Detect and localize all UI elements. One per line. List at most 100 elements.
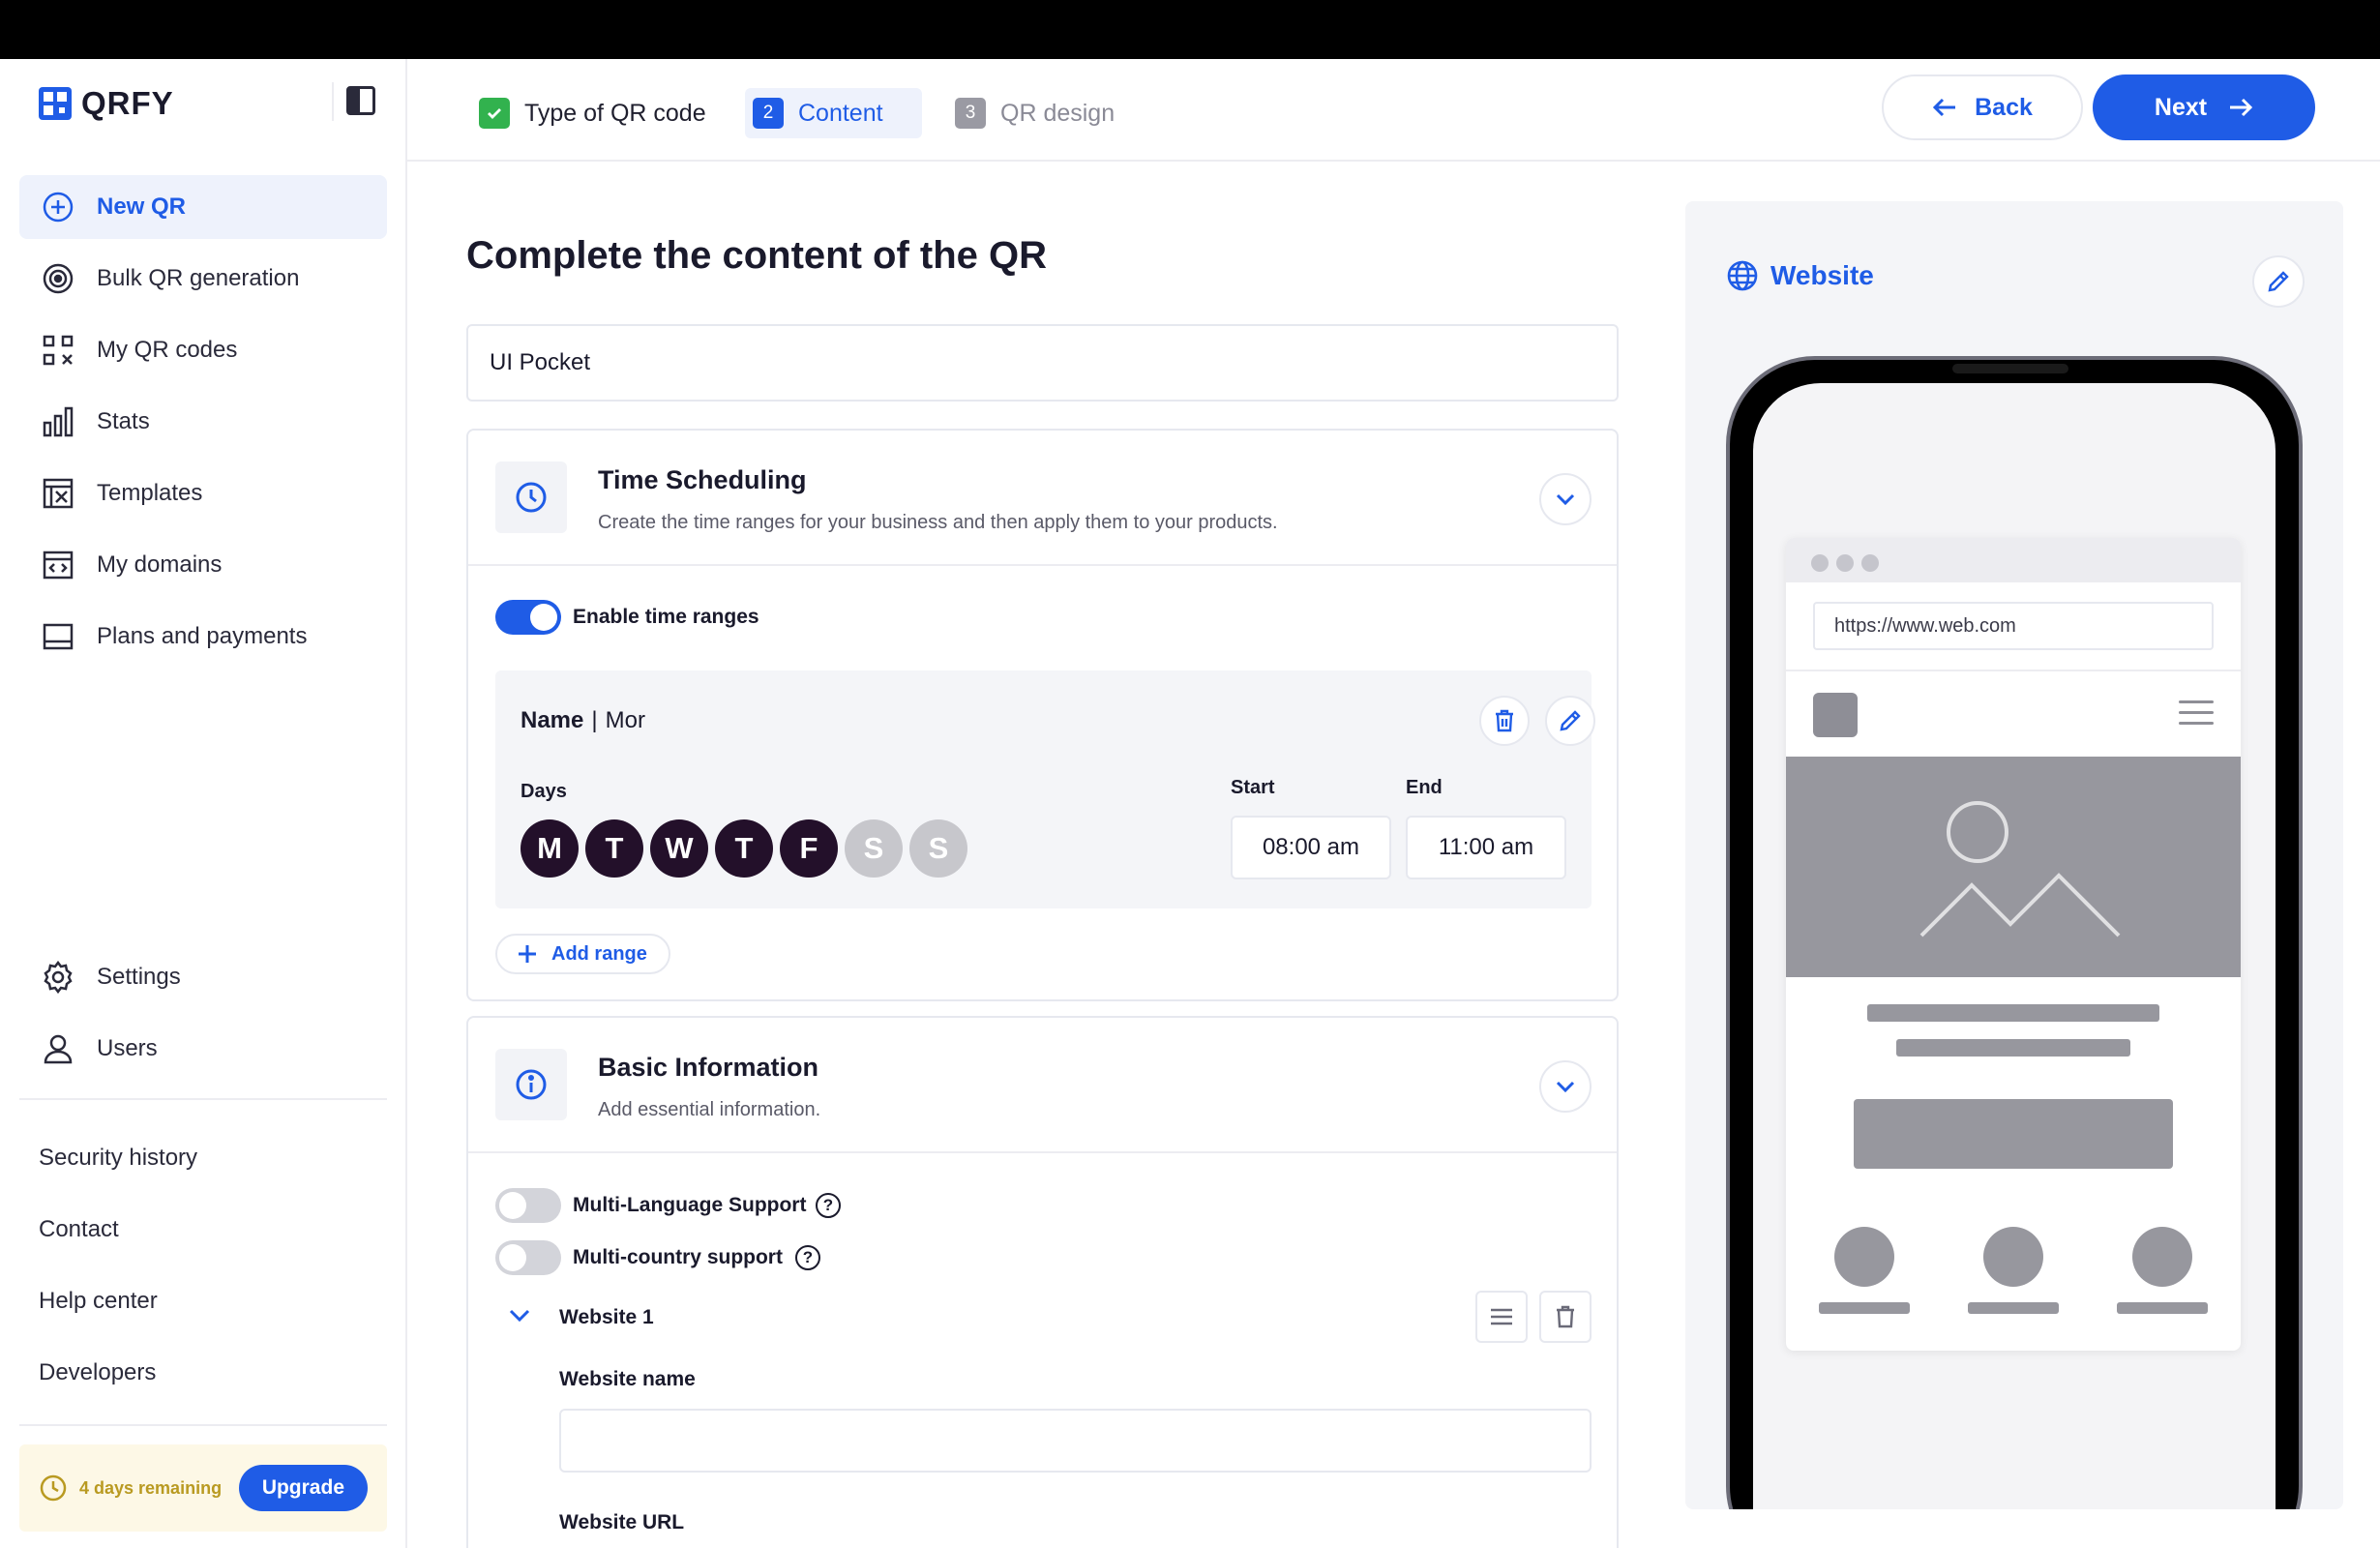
toggle-label: Enable time ranges xyxy=(573,606,759,628)
multi-country-toggle[interactable] xyxy=(495,1240,561,1275)
sidebar-item-label: My domains xyxy=(97,551,223,578)
sidebar-item-label: New QR xyxy=(97,194,187,220)
card-title: Basic Information xyxy=(598,1053,819,1082)
sidebar-item-label: Settings xyxy=(97,964,181,990)
sidebar: QRFY New QR Bulk QR generation My QR cod… xyxy=(0,59,407,1548)
step-label: QR design xyxy=(1000,99,1116,127)
placeholder-logo xyxy=(1813,693,1858,737)
sidebar-item-label: Plans and payments xyxy=(97,623,308,649)
sidebar-item-users[interactable]: Users xyxy=(19,1017,387,1081)
step-label: Content xyxy=(798,99,883,127)
pencil-icon[interactable] xyxy=(1545,696,1595,746)
back-label: Back xyxy=(1975,93,2033,121)
multi-language-toggle[interactable] xyxy=(495,1188,561,1223)
day-saturday[interactable]: S xyxy=(845,819,903,878)
template-icon xyxy=(41,476,75,511)
arrow-right-icon xyxy=(2230,98,2253,117)
basic-information-header[interactable]: Basic Information Add essential informat… xyxy=(468,1018,1617,1153)
plus-circle-icon xyxy=(41,190,75,224)
sidebar-item-stats[interactable]: Stats xyxy=(19,390,387,454)
day-monday[interactable]: M xyxy=(521,819,579,878)
drag-handle-icon[interactable] xyxy=(1475,1291,1528,1343)
browser-mockup: https://www.web.com xyxy=(1786,538,2241,1351)
check-icon xyxy=(479,98,510,129)
day-tuesday[interactable]: T xyxy=(585,819,643,878)
help-icon[interactable]: ? xyxy=(795,1245,820,1270)
step-number: 2 xyxy=(753,98,784,129)
next-label: Next xyxy=(2154,93,2208,121)
page-title: Complete the content of the QR xyxy=(466,234,1047,277)
sidebar-collapse-icon[interactable] xyxy=(346,86,375,115)
clock-icon xyxy=(40,1474,67,1502)
sidebar-item-label: Stats xyxy=(97,408,150,434)
link-contact[interactable]: Contact xyxy=(39,1216,119,1243)
next-button[interactable]: Next xyxy=(2093,74,2315,140)
day-wednesday[interactable]: W xyxy=(650,819,708,878)
time-scheduling-card: Time Scheduling Create the time ranges f… xyxy=(466,429,1619,1001)
toggle-label: Multi-Language Support xyxy=(573,1194,807,1216)
sidebar-item-my-qr-codes[interactable]: My QR codes xyxy=(19,318,387,382)
end-time-input[interactable]: 11:00 am xyxy=(1406,816,1566,879)
info-icon xyxy=(495,1049,567,1120)
sidebar-item-templates[interactable]: Templates xyxy=(19,461,387,525)
pencil-icon[interactable] xyxy=(2252,255,2305,308)
day-thursday[interactable]: T xyxy=(715,819,773,878)
card-subtitle: Add essential information. xyxy=(598,1099,821,1120)
sidebar-item-settings[interactable]: Settings xyxy=(19,945,387,1009)
range-name: Name | Mor xyxy=(521,707,645,733)
qr-name-input[interactable]: UI Pocket xyxy=(466,324,1619,402)
sidebar-item-my-domains[interactable]: My domains xyxy=(19,533,387,597)
preview-url: https://www.web.com xyxy=(1813,602,2214,650)
days-label: Days xyxy=(521,781,567,802)
sidebar-item-plans-payments[interactable]: Plans and payments xyxy=(19,605,387,669)
image-placeholder-icon xyxy=(1786,757,2241,977)
time-scheduling-header[interactable]: Time Scheduling Create the time ranges f… xyxy=(468,431,1617,566)
add-range-button[interactable]: Add range xyxy=(495,934,670,974)
chevron-down-icon[interactable] xyxy=(509,1309,530,1323)
website-url-label: Website URL xyxy=(559,1511,685,1533)
sidebar-item-label: My QR codes xyxy=(97,337,238,363)
trial-text: 4 days remaining xyxy=(79,1477,223,1498)
back-button[interactable]: Back xyxy=(1882,74,2083,140)
trash-icon[interactable] xyxy=(1479,696,1530,746)
phone-mockup: https://www.web.com xyxy=(1726,356,2303,1509)
step-qr-design[interactable]: 3 QR design xyxy=(955,88,1115,138)
app-logo[interactable]: QRFY xyxy=(39,85,174,122)
link-help-center[interactable]: Help center xyxy=(39,1288,158,1315)
step-type-of-qr[interactable]: Type of QR code xyxy=(479,88,706,138)
sidebar-item-new-qr[interactable]: New QR xyxy=(19,175,387,239)
enable-time-ranges-toggle[interactable] xyxy=(495,600,561,635)
step-label: Type of QR code xyxy=(524,99,706,127)
link-security-history[interactable]: Security history xyxy=(39,1145,197,1172)
chevron-down-icon[interactable] xyxy=(1539,1060,1592,1113)
website-item-label: Website 1 xyxy=(559,1306,654,1328)
add-range-label: Add range xyxy=(551,942,647,965)
start-time-input[interactable]: 08:00 am xyxy=(1231,816,1391,879)
plus-icon xyxy=(519,945,536,963)
step-content[interactable]: 2 Content xyxy=(745,88,922,138)
website-name-label: Website name xyxy=(559,1368,696,1390)
qr-grid-icon xyxy=(41,333,75,368)
card-title: Time Scheduling xyxy=(598,465,807,494)
preview-panel: Website https://www.web.com xyxy=(1685,201,2343,1509)
bar-chart-icon xyxy=(41,404,75,439)
trash-icon[interactable] xyxy=(1539,1291,1592,1343)
day-sunday[interactable]: S xyxy=(909,819,967,878)
chevron-down-icon[interactable] xyxy=(1539,473,1592,525)
sidebar-divider xyxy=(19,1098,387,1100)
sidebar-item-bulk-qr[interactable]: Bulk QR generation xyxy=(19,247,387,311)
gear-icon xyxy=(41,960,75,995)
card-subtitle: Create the time ranges for your business… xyxy=(598,512,1278,533)
start-label: Start xyxy=(1231,777,1275,798)
website-name-input[interactable] xyxy=(559,1409,1592,1473)
help-icon[interactable]: ? xyxy=(816,1193,841,1218)
upgrade-button[interactable]: Upgrade xyxy=(238,1465,368,1511)
system-top-bar xyxy=(0,0,2380,59)
domain-icon xyxy=(41,548,75,582)
day-friday[interactable]: F xyxy=(780,819,838,878)
preview-title: Website xyxy=(1726,259,1874,292)
target-icon xyxy=(41,261,75,296)
link-developers[interactable]: Developers xyxy=(39,1359,156,1386)
phone-screen: https://www.web.com xyxy=(1753,383,2276,1509)
logo-divider xyxy=(332,82,334,121)
